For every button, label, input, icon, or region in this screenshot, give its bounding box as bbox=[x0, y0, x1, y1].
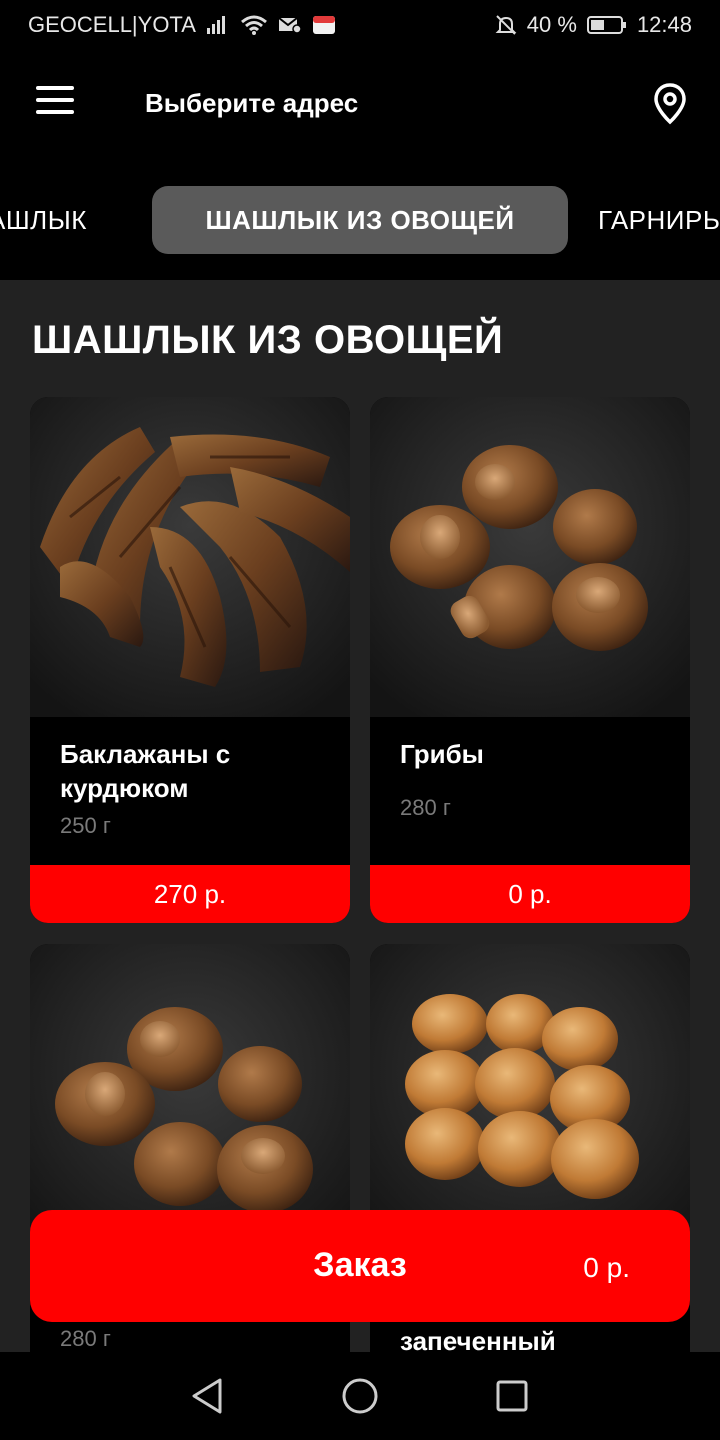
product-weight: 280 г bbox=[400, 795, 451, 820]
eggplant-image bbox=[30, 397, 350, 717]
tab-shashlyk[interactable]: АШЛЫК bbox=[0, 186, 87, 254]
product-card[interactable]: Баклажаны с курдюком 250 г 270 р. bbox=[30, 397, 350, 923]
status-time: 12:48 bbox=[636, 12, 692, 37]
product-card[interactable]: Грибы 280 г 0 р. bbox=[370, 397, 690, 923]
product-list: ШАШЛЫК ИЗ ОВОЩЕЙ Баклажаны с курдюком 25… bbox=[0, 280, 720, 1352]
product-name: запеченный bbox=[400, 1326, 556, 1352]
mute-icon bbox=[495, 14, 517, 36]
tab-vegetable-shashlyk[interactable]: ШАШЛЫК ИЗ ОВОЩЕЙ bbox=[152, 186, 568, 254]
signal-icon bbox=[206, 14, 230, 36]
home-icon[interactable] bbox=[338, 1374, 382, 1418]
notification-icon bbox=[278, 15, 302, 35]
mushroom-image bbox=[370, 397, 690, 717]
order-button[interactable]: Заказ 0 р. bbox=[30, 1210, 690, 1322]
category-tabs: АШЛЫК ШАШЛЫК ИЗ ОВОЩЕЙ ГАРНИРЫ bbox=[0, 160, 720, 280]
status-left: GEOCELL|YOTA bbox=[28, 12, 336, 38]
back-icon[interactable] bbox=[186, 1374, 230, 1418]
section-title: ШАШЛЫК ИЗ ОВОЩЕЙ bbox=[32, 318, 504, 362]
battery-icon bbox=[586, 15, 627, 35]
product-price-button[interactable]: 0 р. bbox=[370, 865, 690, 923]
product-weight: 280 г bbox=[60, 1326, 111, 1351]
app-header: Выберите адрес bbox=[0, 50, 720, 160]
product-name: Грибы bbox=[400, 739, 484, 769]
wifi-icon bbox=[240, 14, 268, 36]
product-weight: 250 г bbox=[60, 813, 111, 838]
recents-icon[interactable] bbox=[490, 1374, 534, 1418]
product-price-button[interactable]: 270 р. bbox=[30, 865, 350, 923]
system-nav-bar bbox=[0, 1352, 720, 1440]
status-bar: GEOCELL|YOTA 40 % 12:48 bbox=[0, 0, 720, 50]
status-right: 40 % 12:48 bbox=[495, 12, 692, 38]
product-name: Баклажаны с курдюком bbox=[60, 739, 231, 803]
order-total: 0 р. bbox=[583, 1252, 630, 1283]
battery-percent: 40 % bbox=[526, 12, 577, 37]
tab-garnish[interactable]: ГАРНИРЫ bbox=[598, 186, 720, 254]
carrier-label: GEOCELL|YOTA bbox=[28, 12, 196, 37]
address-selector[interactable]: Выберите адрес bbox=[145, 88, 358, 119]
app-icon bbox=[312, 14, 336, 36]
hamburger-menu-icon[interactable] bbox=[36, 86, 76, 120]
location-pin-icon[interactable] bbox=[652, 82, 688, 126]
